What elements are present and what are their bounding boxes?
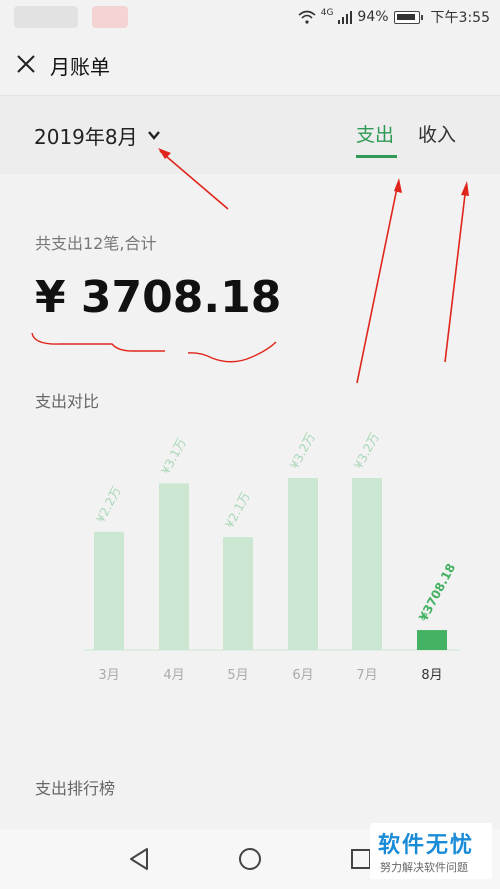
chart-tick-label: 5月 <box>227 668 248 683</box>
active-tab-indicator <box>356 155 397 158</box>
chevron-down-icon <box>147 131 160 140</box>
wifi-icon <box>298 10 316 24</box>
chart-bar-8月[interactable] <box>417 630 447 650</box>
chart-data-label: ¥3.2万 <box>287 431 318 472</box>
signal-icon <box>338 11 353 24</box>
battery-icon <box>393 10 423 24</box>
tab-income[interactable]: 收入 <box>418 120 456 160</box>
status-indicators: 4G 94% 下午3:55 <box>298 6 490 28</box>
month-label: 2019年8月 <box>34 124 138 149</box>
clock: 下午3:55 <box>430 10 490 26</box>
watermark-logo: 软件无忧 努力解决软件问题 <box>370 823 492 879</box>
section-title-comparison: 支出对比 <box>35 392 100 411</box>
chart-bar-5月[interactable] <box>223 537 253 650</box>
chart-tick-label: 3月 <box>98 668 119 683</box>
chart-data-label: ¥3708.18 <box>416 561 458 623</box>
chart-data-label: ¥2.1万 <box>222 490 253 531</box>
back-icon[interactable] <box>121 841 157 877</box>
filter-bar: 2019年8月 支出 收入 <box>0 96 500 174</box>
section-title-ranking: 支出排行榜 <box>35 779 116 798</box>
home-icon[interactable] <box>232 841 268 877</box>
chart-data-label: ¥3.2万 <box>351 431 382 472</box>
tab-income-label: 收入 <box>418 124 457 146</box>
chart-bar-6月[interactable] <box>288 478 318 650</box>
chart-bar-3月[interactable] <box>94 531 124 650</box>
status-bar: 4G 94% 下午3:55 <box>0 0 500 34</box>
total-amount: ¥ 3708.18 <box>35 272 282 323</box>
watermark-sub-text: 努力解决软件问题 <box>380 861 468 874</box>
chart-tick-label: 6月 <box>292 668 313 683</box>
watermark-main-text: 软件无忧 <box>378 833 475 858</box>
title-bar: 月账单 <box>0 34 500 96</box>
month-selector[interactable]: 2019年8月 <box>34 120 162 150</box>
chart-tick-label: 4月 <box>163 668 184 683</box>
chart-bar-4月[interactable] <box>159 483 189 650</box>
chart-tick-label: 7月 <box>356 668 377 683</box>
chart-data-label: ¥2.2万 <box>93 484 124 525</box>
close-icon[interactable] <box>12 50 40 78</box>
tab-expense-label: 支出 <box>356 124 395 146</box>
chart-data-label: ¥3.1万 <box>158 436 189 477</box>
chart-tick-label: 8月 <box>421 668 442 683</box>
network-type: 4G <box>320 8 334 18</box>
chart-bar-7月[interactable] <box>352 478 382 650</box>
summary-label: 共支出12笔,合计 <box>35 234 157 253</box>
blurred-notification-icons <box>14 6 78 28</box>
main-content: 共支出12笔,合计 ¥ 3708.18 支出对比 ¥2.2万 3月 ¥3.1万 4月 ¥… <box>0 174 500 829</box>
tab-expense[interactable]: 支出 <box>356 120 397 160</box>
battery-percent: 94% <box>357 9 389 25</box>
blurred-notification-icon <box>92 6 128 28</box>
expense-comparison-chart: ¥2.2万 3月 ¥3.1万 4月 ¥2.1万 5月 ¥3.2万 6月 ¥3.2万 7月 ¥3708… <box>84 431 460 683</box>
page-title: 月账单 <box>50 55 110 79</box>
